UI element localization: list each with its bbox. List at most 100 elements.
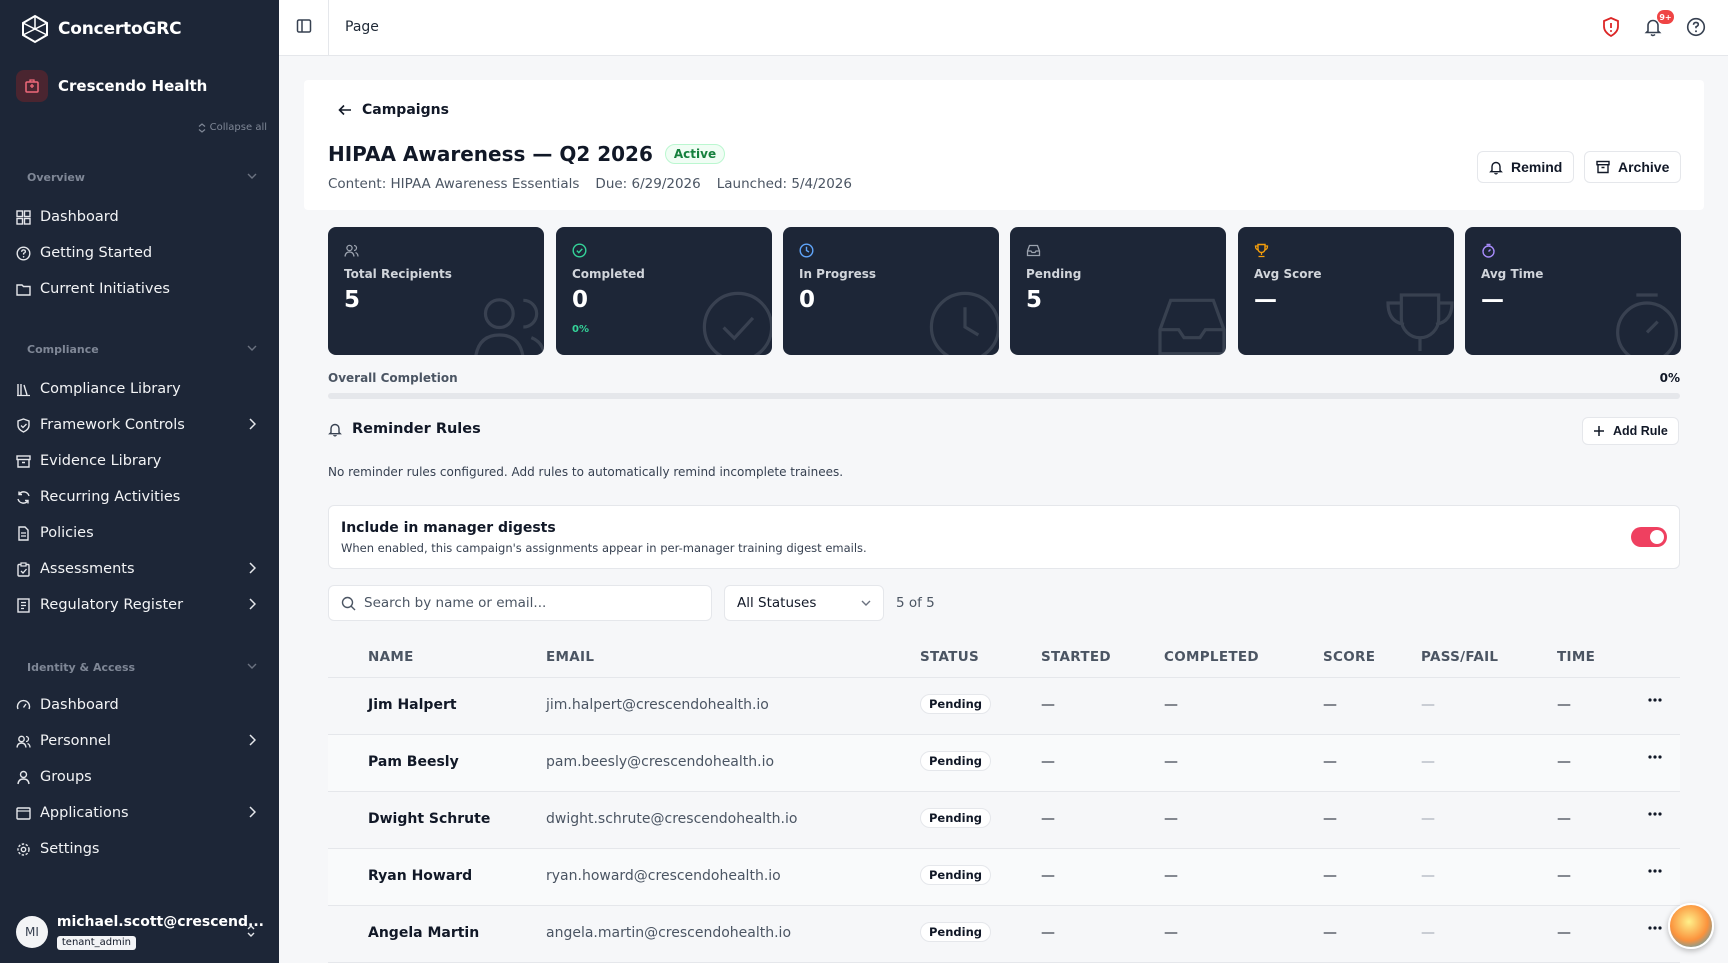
cell-started: — [1041,811,1055,827]
cell-email: angela.martin@crescendohealth.io [546,925,792,941]
help-circle-icon [16,245,31,261]
user-role-badge: tenant_admin [56,936,137,950]
user-menu[interactable]: MI michael.scott@crescend... tenant_admi… [16,914,264,950]
collapse-all-button[interactable]: Collapse all [198,122,267,133]
back-to-campaigns-link[interactable]: Campaigns [338,102,449,118]
sidebar-item-label: Personnel [40,733,111,749]
column-header-started[interactable]: STARTED [1041,649,1111,665]
sidebar-item-policies[interactable]: Policies [16,518,264,548]
sidebar-item-label: Groups [40,769,92,785]
column-header-completed[interactable]: COMPLETED [1164,649,1259,665]
sidebar-item-compliance-library[interactable]: Compliance Library [16,374,264,404]
stat-value: — [1481,287,1504,313]
cell-pass-fail: — [1421,754,1435,770]
sidebar-toggle-icon[interactable] [296,18,312,34]
status-badge: Active [664,144,726,164]
sidebar-item-regulatory-register[interactable]: Regulatory Register [16,590,264,620]
column-header-email[interactable]: EMAIL [546,649,594,665]
topbar: Page 9+ [279,0,1728,56]
org-switcher[interactable]: Crescendo Health [16,70,207,102]
sidebar-item-dashboard[interactable]: Dashboard [16,202,264,232]
sidebar-item-assessments[interactable]: Assessments [16,554,264,584]
sidebar-item-framework-controls[interactable]: Framework Controls [16,410,264,440]
sidebar-item-current-initiatives[interactable]: Current Initiatives [16,274,264,304]
column-header-time[interactable]: TIME [1557,649,1595,665]
status-badge: Pending [920,808,992,828]
column-header-status[interactable]: STATUS [920,649,979,665]
reminder-rules-header: Reminder Rules [328,421,481,437]
more-actions-icon[interactable] [1648,755,1662,759]
table-row[interactable]: Dwight Schrute dwight.schrute@crescendohe… [328,792,1680,849]
dashboard-icon [16,209,31,225]
users-icon [16,734,31,749]
sidebar-item-label: Current Initiatives [40,281,170,297]
sidebar-item-identity-dashboard[interactable]: Dashboard [16,690,264,720]
manager-digest-card: Include in manager digests When enabled,… [328,505,1680,569]
status-badge: Pending [920,865,992,885]
brand[interactable]: ConcertoGRC [20,14,182,44]
add-rule-button[interactable]: Add Rule [1582,417,1679,445]
chevron-right-icon [248,562,256,574]
trophy-watermark-icon [1380,287,1454,355]
sidebar-item-personnel[interactable]: Personnel [16,726,264,756]
result-count: 5 of 5 [896,595,935,611]
table-row[interactable]: Pam Beesly pam.beesly@crescendohealth.io —… [328,735,1680,792]
table-row[interactable]: Jim Halpert jim.halpert@crescendohealth.i… [328,678,1680,735]
search-input[interactable] [364,595,684,611]
sidebar-item-label: Recurring Activities [40,489,181,505]
section-compliance[interactable]: Compliance [27,343,99,356]
help-circle-icon[interactable] [1686,17,1706,37]
recipients-table: NAME EMAIL STATUS STARTED COMPLETED SCOR… [328,638,1680,963]
chevrons-up-down-icon [198,122,206,133]
stat-label: Completed [572,267,645,281]
section-identity[interactable]: Identity & Access [27,661,135,674]
more-actions-icon[interactable] [1648,698,1662,702]
digest-toggle[interactable] [1631,527,1667,547]
shield-check-icon [16,417,31,433]
collapse-all-label: Collapse all [209,122,267,133]
more-actions-icon[interactable] [1648,926,1662,930]
cell-completed: — [1164,811,1178,827]
cell-started: — [1041,868,1055,884]
stat-label: In Progress [799,267,877,281]
table-row[interactable]: Angela Martin angela.martin@crescendoheal… [328,906,1680,963]
cell-name: Pam Beesly [368,754,459,770]
sidebar-item-groups[interactable]: Groups [16,762,264,792]
cell-pass-fail: — [1421,925,1435,941]
column-header-name[interactable]: NAME [368,649,414,665]
chevron-down-icon[interactable] [247,173,257,180]
cell-started: — [1041,754,1055,770]
search-field[interactable] [328,585,712,621]
table-body: Jim Halpert jim.halpert@crescendohealth.i… [328,678,1680,963]
table-row[interactable]: Ryan Howard ryan.howard@crescendohealth.i… [328,849,1680,906]
shield-alert-icon[interactable] [1602,17,1620,37]
chevron-down-icon[interactable] [247,663,257,670]
status-filter-select[interactable]: All Statuses [724,585,884,621]
column-header-score[interactable]: SCORE [1323,649,1375,665]
cell-completed: — [1164,697,1178,713]
more-actions-icon[interactable] [1648,812,1662,816]
overall-completion-label: Overall Completion [328,371,458,385]
clock-icon [799,243,814,258]
brand-name: ConcertoGRC [58,19,182,39]
sidebar-item-settings[interactable]: Settings [16,834,264,864]
inbox-icon [1026,243,1041,258]
more-actions-icon[interactable] [1648,869,1662,873]
archive-button[interactable]: Archive [1584,151,1682,183]
stat-label: Total Recipients [344,267,452,281]
sidebar-item-getting-started[interactable]: Getting Started [16,238,264,268]
timer-watermark-icon [1607,287,1681,355]
chevron-down-icon[interactable] [247,345,257,352]
status-badge: Pending [920,751,992,771]
column-header-pass-fail[interactable]: PASS/FAIL [1421,649,1498,665]
sidebar-item-recurring-activities[interactable]: Recurring Activities [16,482,264,512]
digest-subtitle: When enabled, this campaign's assignment… [341,541,867,555]
remind-button[interactable]: Remind [1477,151,1575,183]
sidebar-item-label: Assessments [40,561,135,577]
sidebar-item-applications[interactable]: Applications [16,798,264,828]
sidebar-item-evidence-library[interactable]: Evidence Library [16,446,264,476]
section-overview[interactable]: Overview [27,171,85,184]
remind-label: Remind [1511,159,1563,175]
assistant-avatar-button[interactable] [1668,903,1714,949]
cell-time: — [1557,811,1571,827]
